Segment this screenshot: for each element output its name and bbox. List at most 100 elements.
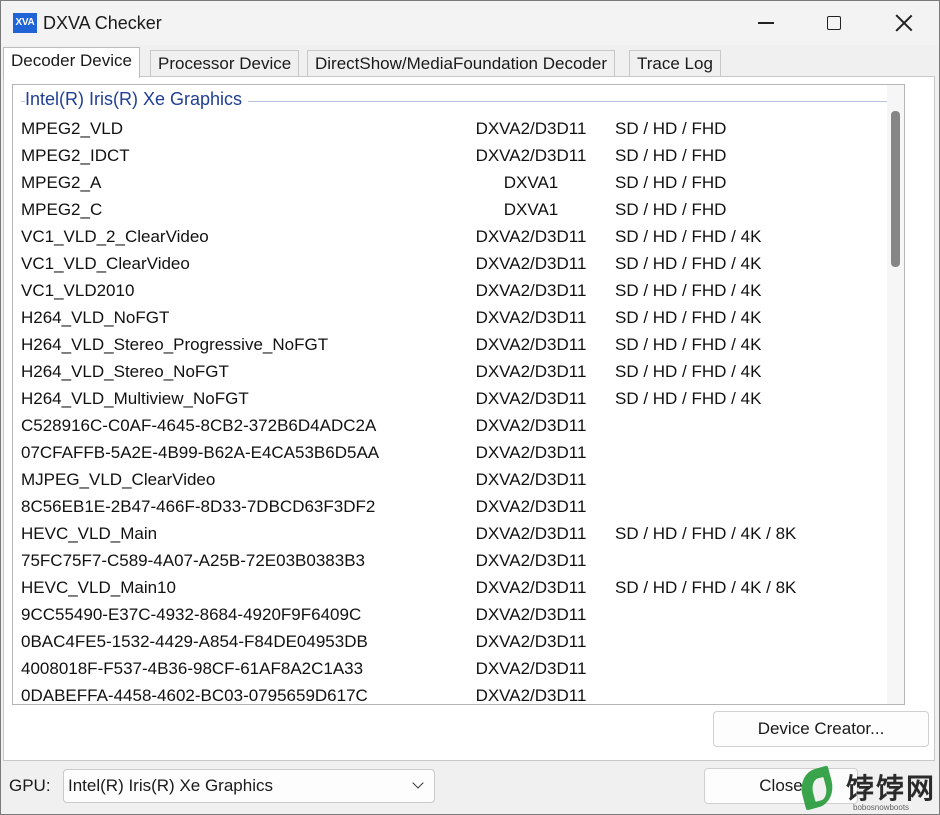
- decoder-row[interactable]: 0BAC4FE5-1532-4429-A854-F84DE04953DB DXVA…: [13, 628, 893, 655]
- decoder-resolutions: SD / HD / FHD / 4K / 8K: [615, 578, 797, 597]
- decoder-row[interactable]: H264_VLD_NoFGT DXVA2/D3D11 SD / HD / FHD /…: [13, 304, 893, 331]
- decoder-list[interactable]: Intel(R) Iris(R) Xe Graphics MPEG2_VLD DX…: [12, 84, 905, 705]
- decoder-name: 0DABEFFA-4458-4602-BC03-0795659D617C: [21, 686, 368, 705]
- tab-strip: Decoder Device Processor Device DirectSh…: [3, 47, 933, 78]
- decoder-name: 75FC75F7-C589-4A07-A25B-72E03B0383B3: [21, 551, 366, 570]
- decoder-resolutions: SD / HD / FHD / 4K: [615, 308, 762, 327]
- decoder-name: H264_VLD_Stereo_Progressive_NoFGT: [21, 335, 329, 354]
- decoder-device-panel: Intel(R) Iris(R) Xe Graphics MPEG2_VLD DX…: [3, 76, 935, 761]
- decoder-name: VC1_VLD_2_ClearVideo: [21, 227, 209, 246]
- decoder-api: DXVA2/D3D11: [475, 551, 587, 570]
- decoder-name: HEVC_VLD_Main: [21, 524, 158, 543]
- decoder-name: MPEG2_A: [21, 173, 102, 192]
- decoder-api: DXVA2/D3D11: [475, 578, 587, 597]
- decoder-name: VC1_VLD_ClearVideo: [21, 254, 190, 273]
- decoder-resolutions: SD / HD / FHD / 4K / 8K: [615, 524, 797, 543]
- decoder-resolutions: SD / HD / FHD / 4K: [615, 281, 762, 300]
- decoder-row[interactable]: C528916C-C0AF-4645-8CB2-372B6D4ADC2A DXVA…: [13, 412, 893, 439]
- app-icon: XVA: [13, 13, 37, 33]
- decoder-row[interactable]: H264_VLD_Multiview_NoFGT DXVA2/D3D11 SD / …: [13, 385, 893, 412]
- decoder-rows: MPEG2_VLD DXVA2/D3D11 SD / HD / FHD MPEG2_I…: [13, 115, 893, 705]
- decoder-row[interactable]: MJPEG_VLD_ClearVideo DXVA2/D3D11: [13, 466, 893, 493]
- chevron-down-icon: [412, 777, 424, 789]
- decoder-api: DXVA2/D3D11: [475, 416, 587, 435]
- decoder-row[interactable]: VC1_VLD_2_ClearVideo DXVA2/D3D11 SD / HD /…: [13, 223, 893, 250]
- decoder-resolutions: SD / HD / FHD / 4K: [615, 227, 762, 246]
- decoder-api: DXVA2/D3D11: [475, 281, 587, 300]
- decoder-row[interactable]: HEVC_VLD_Main10 DXVA2/D3D11 SD / HD / FHD …: [13, 574, 893, 601]
- decoder-resolutions: SD / HD / FHD / 4K: [615, 254, 762, 273]
- decoder-row[interactable]: MPEG2_C DXVA1 SD / HD / FHD: [13, 196, 893, 223]
- decoder-row[interactable]: VC1_VLD2010 DXVA2/D3D11 SD / HD / FHD / 4K: [13, 277, 893, 304]
- decoder-api: DXVA1: [503, 200, 559, 219]
- decoder-row[interactable]: 4008018F-F537-4B36-98CF-61AF8A2C1A33 DXVA…: [13, 655, 893, 682]
- decoder-row[interactable]: MPEG2_A DXVA1 SD / HD / FHD: [13, 169, 893, 196]
- tab-processor-device[interactable]: Processor Device: [150, 50, 300, 77]
- close-icon: [895, 14, 913, 32]
- vertical-scrollbar[interactable]: [887, 85, 904, 704]
- decoder-resolutions: SD / HD / FHD: [615, 119, 727, 138]
- decoder-row[interactable]: 8C56EB1E-2B47-466F-8D33-7DBCD63F3DF2 DXVA…: [13, 493, 893, 520]
- decoder-row[interactable]: 07CFAFFB-5A2E-4B99-B62A-E4CA53B6D5AA DXVA…: [13, 439, 893, 466]
- decoder-row[interactable]: VC1_VLD_ClearVideo DXVA2/D3D11 SD / HD / F…: [13, 250, 893, 277]
- maximize-icon: [827, 16, 841, 30]
- decoder-row[interactable]: H264_VLD_Stereo_Progressive_NoFGT DXVA2/D…: [13, 331, 893, 358]
- decoder-api: DXVA2/D3D11: [475, 524, 587, 543]
- decoder-api: DXVA2/D3D11: [475, 686, 587, 705]
- decoder-resolutions: SD / HD / FHD: [615, 173, 727, 192]
- decoder-api: DXVA2/D3D11: [475, 119, 587, 138]
- decoder-name: H264_VLD_Stereo_NoFGT: [21, 362, 229, 381]
- decoder-name: VC1_VLD2010: [21, 281, 135, 300]
- title-bar[interactable]: XVA DXVA Checker: [1, 1, 939, 45]
- decoder-api: DXVA2/D3D11: [475, 470, 587, 489]
- decoder-api: DXVA2/D3D11: [475, 659, 587, 678]
- decoder-name: HEVC_VLD_Main10: [21, 578, 176, 597]
- dxva-checker-window: XVA DXVA Checker Decoder Device Processo…: [0, 0, 940, 815]
- decoder-name: C528916C-C0AF-4645-8CB2-372B6D4ADC2A: [21, 416, 377, 435]
- decoder-row[interactable]: MPEG2_IDCT DXVA2/D3D11 SD / HD / FHD: [13, 142, 893, 169]
- decoder-api: DXVA2/D3D11: [475, 146, 587, 165]
- minimize-button[interactable]: [731, 1, 801, 45]
- decoder-name: MJPEG_VLD_ClearVideo: [21, 470, 216, 489]
- decoder-api: DXVA2/D3D11: [475, 254, 587, 273]
- group-header-gpu: Intel(R) Iris(R) Xe Graphics: [25, 89, 249, 110]
- decoder-row[interactable]: 75FC75F7-C589-4A07-A25B-72E03B0383B3 DXVA…: [13, 547, 893, 574]
- decoder-resolutions: SD / HD / FHD / 4K: [615, 389, 762, 408]
- decoder-row[interactable]: 9CC55490-E37C-4932-8684-4920F9F6409C DXVA…: [13, 601, 893, 628]
- decoder-api: DXVA2/D3D11: [475, 227, 587, 246]
- gpu-label: GPU:: [9, 776, 51, 795]
- decoder-resolutions: SD / HD / FHD: [615, 200, 727, 219]
- decoder-row[interactable]: H264_VLD_Stereo_NoFGT DXVA2/D3D11 SD / HD …: [13, 358, 893, 385]
- decoder-name: MPEG2_VLD: [21, 119, 124, 138]
- tab-trace-log[interactable]: Trace Log: [629, 50, 721, 77]
- decoder-row[interactable]: 0DABEFFA-4458-4602-BC03-0795659D617C DXVA…: [13, 682, 893, 705]
- decoder-name: MPEG2_C: [21, 200, 103, 219]
- decoder-name: 9CC55490-E37C-4932-8684-4920F9F6409C: [21, 605, 362, 624]
- decoder-api: DXVA2/D3D11: [475, 335, 587, 354]
- tab-decoder-device[interactable]: Decoder Device: [3, 47, 140, 78]
- decoder-api: DXVA2/D3D11: [475, 389, 587, 408]
- close-window-button[interactable]: [869, 1, 939, 45]
- decoder-name: H264_VLD_Multiview_NoFGT: [21, 389, 249, 408]
- gpu-select[interactable]: Intel(R) Iris(R) Xe Graphics: [63, 769, 435, 803]
- tab-directshow-mediafoundation-decoder[interactable]: DirectShow/MediaFoundation Decoder: [307, 50, 615, 77]
- decoder-row[interactable]: HEVC_VLD_Main DXVA2/D3D11 SD / HD / FHD / …: [13, 520, 893, 547]
- decoder-api: DXVA2/D3D11: [475, 443, 587, 462]
- decoder-api: DXVA2/D3D11: [475, 632, 587, 651]
- decoder-name: 0BAC4FE5-1532-4429-A854-F84DE04953DB: [21, 632, 368, 651]
- maximize-button[interactable]: [799, 1, 869, 45]
- decoder-api: DXVA2/D3D11: [475, 497, 587, 516]
- decoder-name: H264_VLD_NoFGT: [21, 308, 170, 327]
- decoder-api: DXVA1: [503, 173, 559, 192]
- gpu-selected-value: Intel(R) Iris(R) Xe Graphics: [68, 776, 273, 795]
- decoder-name: 8C56EB1E-2B47-466F-8D33-7DBCD63F3DF2: [21, 497, 376, 516]
- decoder-row[interactable]: MPEG2_VLD DXVA2/D3D11 SD / HD / FHD: [13, 115, 893, 142]
- device-creator-button[interactable]: Device Creator...: [713, 711, 929, 747]
- decoder-resolutions: SD / HD / FHD / 4K: [615, 362, 762, 381]
- window-title: DXVA Checker: [43, 13, 162, 33]
- watermark-subtext: bobosnowboots: [853, 803, 910, 812]
- watermark-text: 饽饽网: [846, 773, 937, 804]
- decoder-api: DXVA2/D3D11: [475, 605, 587, 624]
- scrollbar-thumb[interactable]: [891, 111, 900, 267]
- decoder-name: 07CFAFFB-5A2E-4B99-B62A-E4CA53B6D5AA: [21, 443, 380, 462]
